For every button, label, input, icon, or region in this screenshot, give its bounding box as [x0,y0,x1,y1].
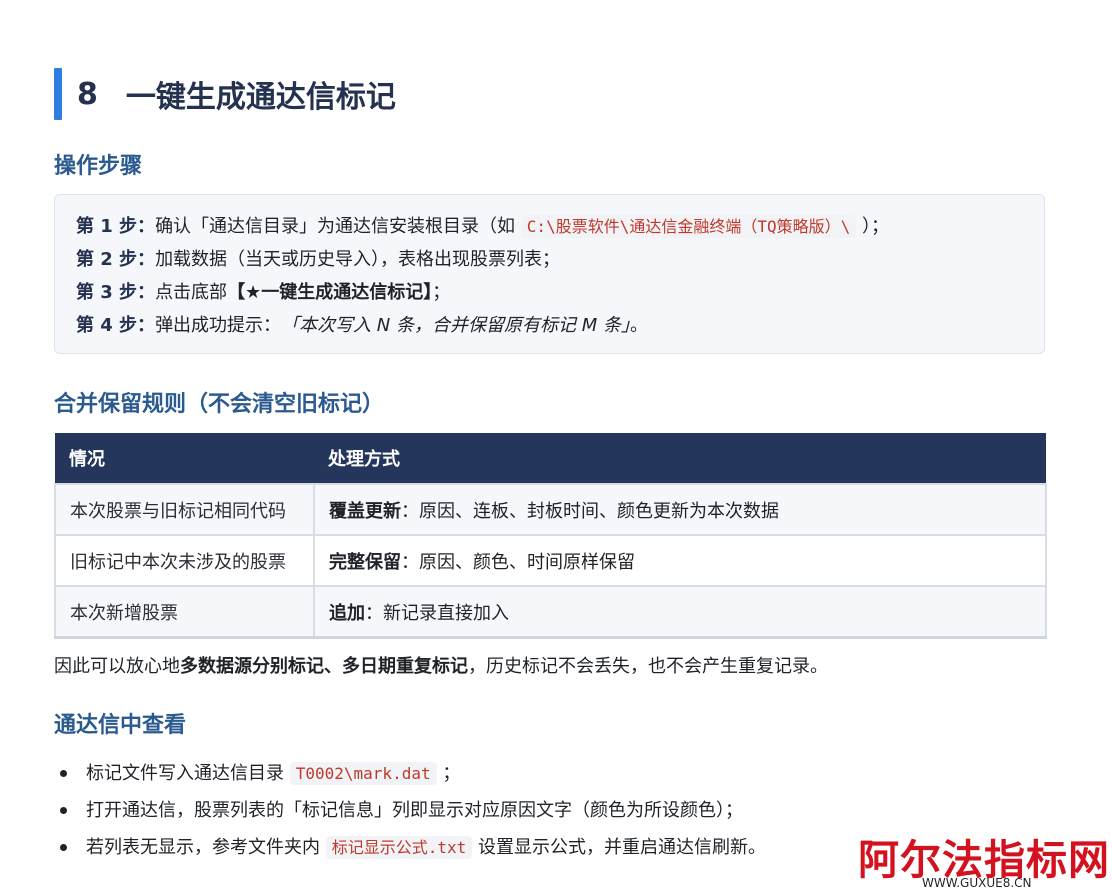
step-label: 第 4 步： [76,315,156,336]
table-row: 本次新增股票 追加：新记录直接加入 [54,585,1047,639]
step-1: 第 1 步：确认「通达信目录」为通达信安装根目录（如 C:\股票软件\通达信金融… [76,210,1023,243]
formula-file-code: 标记显示公式.txt [325,836,473,859]
action-detail: ：新记录直接加入 [365,602,509,624]
watermark-url: WWW.GUXUE8.CN [922,876,1032,890]
list-item: 若列表无显示，参考文件夹内 标记显示公式.txt 设置显示公式，并重启通达信刷新… [54,829,766,866]
list-item-text: ； [436,763,461,784]
step-label: 第 1 步： [76,216,156,237]
table-row: 本次股票与旧标记相同代码 覆盖更新：原因、连板、封板时间、颜色更新为本次数据 [54,483,1047,536]
mark-file-code: T0002\mark.dat [289,762,437,785]
generate-button-name: 【★一键生成通达信标记】 [227,282,433,303]
steps-heading: 操作步骤 [54,154,143,179]
heading-accent-bar [54,68,62,120]
column-header: 处理方式 [314,433,1046,484]
success-message: 「本次写入 N 条，合并保留原有标记 M 条」 [281,315,630,336]
note-emphasis: 多数据源分别标记、多日期重复标记 [180,656,468,677]
view-heading: 通达信中查看 [54,713,187,738]
install-path-code: C:\股票软件\通达信金融终端（TQ策略版）\ [520,215,857,238]
list-item-text: 若列表无显示，参考文件夹内 [86,837,326,858]
step-text: 弹出成功提示： [155,315,282,336]
step-label: 第 3 步： [76,282,156,303]
table-row: 旧标记中本次未涉及的股票 完整保留：原因、颜色、时间原样保留 [54,534,1047,587]
step-text: 。 [629,315,648,336]
action-keyword: 完整保留 [329,551,401,573]
step-2: 第 2 步：加载数据（当天或历史导入），表格出现股票列表； [76,243,1023,276]
step-label: 第 2 步： [76,249,156,270]
step-3: 第 3 步：点击底部【★一键生成通达信标记】； [76,276,1023,309]
rules-heading: 合并保留规则（不会清空旧标记） [54,392,385,417]
rules-note: 因此可以放心地多数据源分别标记、多日期重复标记，历史标记不会丢失，也不会产生重复… [54,652,828,678]
situation-cell: 本次股票与旧标记相同代码 [54,483,315,536]
action-cell: 追加：新记录直接加入 [313,585,1047,639]
list-item: 打开通达信，股票列表的「标记信息」列即显示对应原因文字（颜色为所设颜色）； [54,792,766,829]
heading-title: 一键生成通达信标记 [125,80,396,115]
column-header: 情况 [55,433,314,484]
step-text: ）； [856,216,889,237]
heading-number: 8 [77,76,98,112]
step-4: 第 4 步：弹出成功提示：「本次写入 N 条，合并保留原有标记 M 条」。 [76,309,1023,342]
rules-table: 情况 处理方式 本次股票与旧标记相同代码 覆盖更新：原因、连板、封板时间、颜色更… [54,433,1047,639]
section-heading: 8 一键生成通达信标记 [54,68,396,120]
note-text: ，历史标记不会丢失，也不会产生重复记录。 [468,656,828,677]
step-text: ； [432,282,451,303]
steps-box: 第 1 步：确认「通达信目录」为通达信安装根目录（如 C:\股票软件\通达信金融… [54,194,1045,354]
table-header-row: 情况 处理方式 [55,433,1046,484]
action-cell: 覆盖更新：原因、连板、封板时间、颜色更新为本次数据 [313,483,1047,536]
note-text: 因此可以放心地 [54,656,180,677]
list-item-text: 标记文件写入通达信目录 [86,763,290,784]
list-item-text: 打开通达信，股票列表的「标记信息」列即显示对应原因文字（颜色为所设颜色）； [86,800,743,821]
step-text: 确认「通达信目录」为通达信安装根目录（如 [155,216,521,237]
action-detail: ：原因、颜色、时间原样保留 [401,551,635,573]
action-keyword: 覆盖更新 [329,500,401,522]
situation-cell: 旧标记中本次未涉及的股票 [54,534,315,587]
situation-cell: 本次新增股票 [54,585,315,639]
list-item-text: 设置显示公式，并重启通达信刷新。 [472,837,767,858]
step-text: 点击底部 [155,282,228,303]
action-detail: ：原因、连板、封板时间、颜色更新为本次数据 [401,500,779,522]
step-text: 加载数据（当天或历史导入），表格出现股票列表； [155,249,561,270]
action-keyword: 追加 [329,602,365,624]
action-cell: 完整保留：原因、颜色、时间原样保留 [313,534,1047,587]
view-list: 标记文件写入通达信目录 T0002\mark.dat ； 打开通达信，股票列表的… [54,755,766,866]
list-item: 标记文件写入通达信目录 T0002\mark.dat ； [54,755,766,792]
